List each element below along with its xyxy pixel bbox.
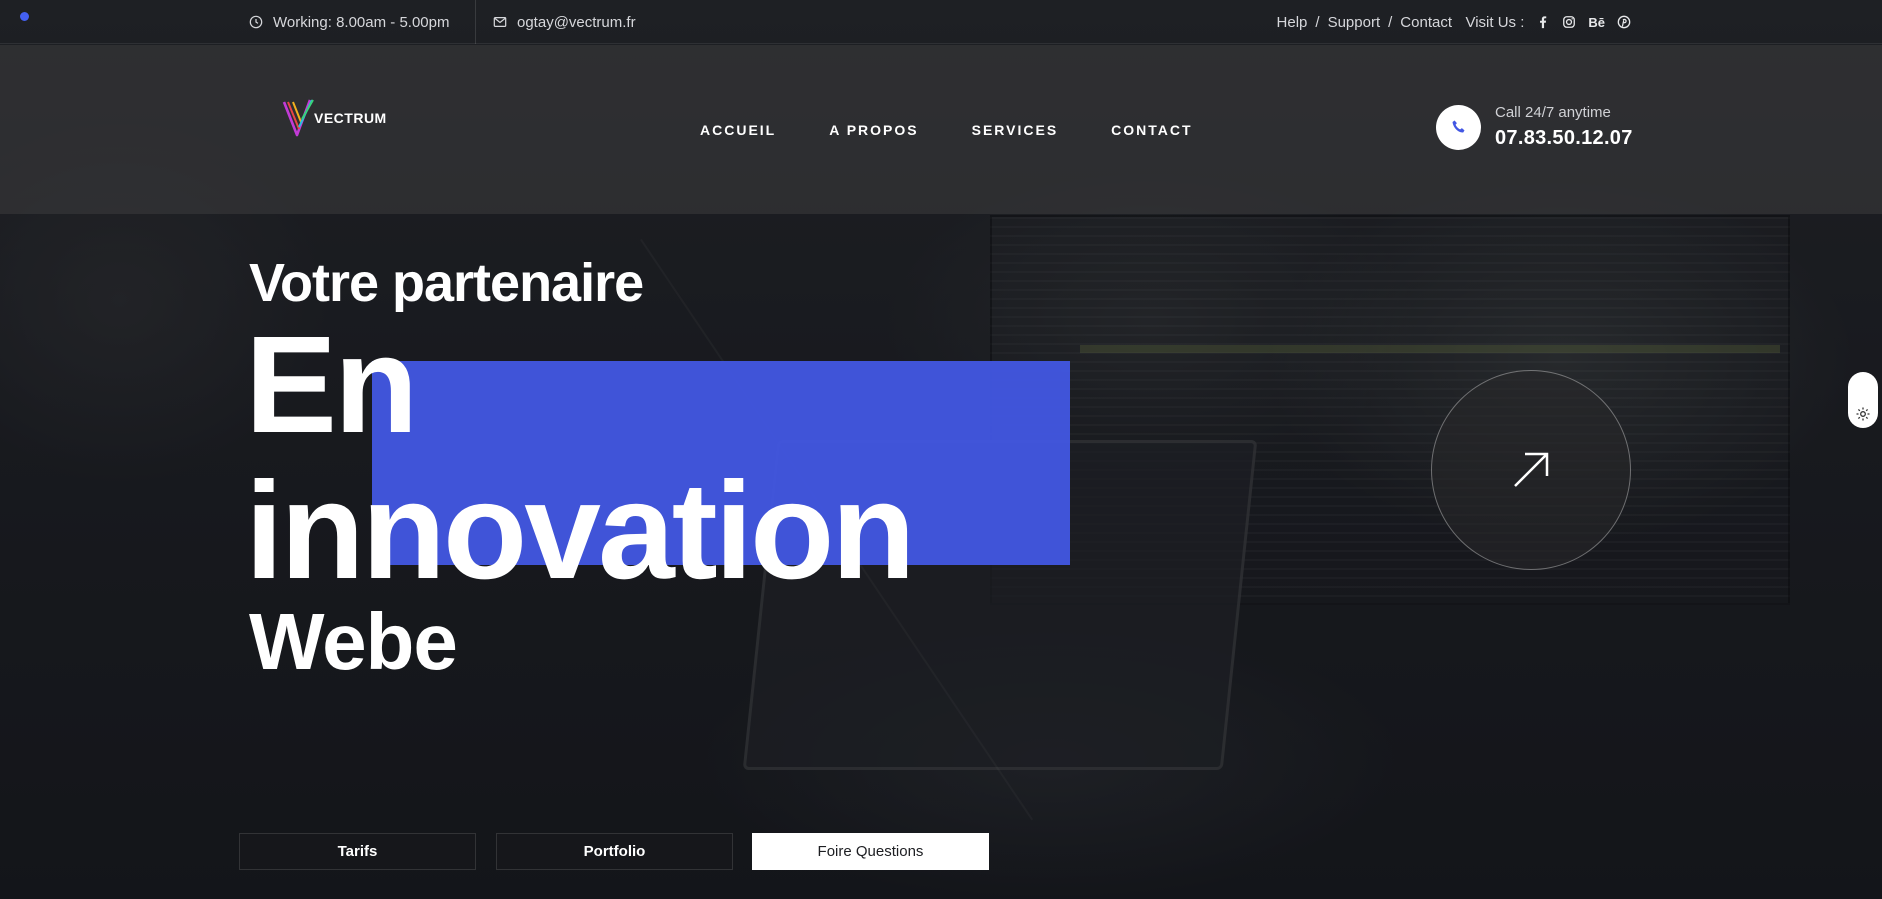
pinterest-icon[interactable] — [1617, 15, 1631, 29]
working-hours: Working: 8.00am - 5.00pm — [249, 0, 449, 44]
contact-link[interactable]: Contact — [1400, 14, 1452, 31]
nav-item-services[interactable]: SERVICES — [972, 122, 1059, 138]
logo[interactable]: VECTRUM — [282, 97, 387, 137]
faq-button[interactable]: Foire Questions — [752, 833, 989, 870]
help-link[interactable]: Help — [1277, 14, 1308, 31]
nav-item-a-propos[interactable]: A PROPOS — [829, 122, 918, 138]
call-block[interactable]: Call 24/7 anytime 07.83.50.12.07 — [1436, 104, 1633, 150]
logo-text: VECTRUM — [314, 110, 387, 126]
call-info: Call 24/7 anytime 07.83.50.12.07 — [1495, 104, 1633, 150]
nav-item-contact[interactable]: CONTACT — [1111, 122, 1192, 138]
arrow-up-right-icon — [1514, 452, 1549, 487]
portfolio-button[interactable]: Portfolio — [496, 833, 733, 870]
working-hours-text: Working: 8.00am - 5.00pm — [273, 13, 450, 31]
hero-title-line-2: innovation — [245, 454, 916, 608]
visit-us-label: Visit Us : — [1465, 13, 1525, 31]
clock-icon — [249, 15, 263, 29]
site-header: VECTRUM ACCUEIL A PROPOS SERVICES CONTAC… — [0, 45, 1882, 214]
nav-item-accueil[interactable]: ACCUEIL — [700, 122, 776, 138]
facebook-icon[interactable] — [1536, 15, 1550, 29]
hero-subtitle: Votre partenaire — [249, 253, 644, 313]
instagram-icon[interactable] — [1562, 15, 1576, 29]
hero-arrow-button[interactable] — [1431, 370, 1631, 570]
main-nav: ACCUEIL A PROPOS SERVICES CONTACT — [700, 45, 1193, 214]
email-contact[interactable]: ogtay@vectrum.fr — [493, 0, 636, 44]
behance-icon[interactable]: Bē — [1588, 15, 1605, 30]
link-separator: / — [1388, 13, 1393, 31]
support-link[interactable]: Support — [1328, 14, 1381, 31]
phone-number[interactable]: 07.83.50.12.07 — [1495, 127, 1633, 150]
status-dot — [20, 12, 29, 21]
top-bar: Working: 8.00am - 5.00pm ogtay@vectrum.f… — [0, 0, 1882, 44]
topbar-divider — [475, 0, 476, 44]
settings-tab[interactable] — [1848, 372, 1878, 428]
hero-title-line-1: En — [245, 308, 418, 462]
gear-icon — [1856, 407, 1870, 421]
phone-icon — [1452, 120, 1464, 133]
social-links: Visit Us : Bē — [1465, 0, 1631, 44]
hero-title-line-3: Webe — [249, 597, 458, 686]
link-separator: / — [1315, 13, 1320, 31]
phone-button[interactable] — [1436, 104, 1481, 150]
topbar-links: Help / Support / Contact — [1277, 0, 1452, 44]
tarifs-button[interactable]: Tarifs — [239, 833, 476, 870]
mail-icon — [493, 17, 507, 27]
call-label: Call 24/7 anytime — [1495, 104, 1611, 121]
email-text[interactable]: ogtay@vectrum.fr — [517, 14, 636, 31]
